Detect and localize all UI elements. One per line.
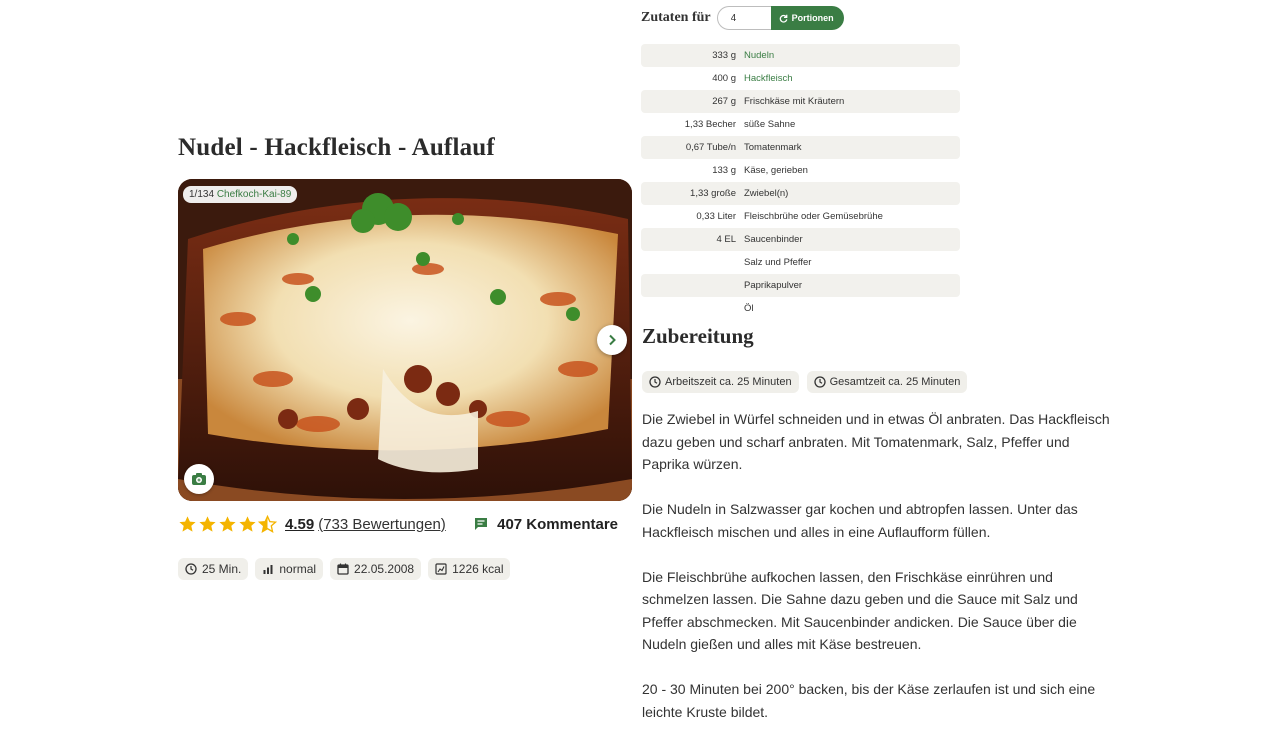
preparation-step: 20 - 30 Minuten bei 200° backen, bis der… [642,681,1096,720]
servings-input[interactable] [716,6,771,30]
ingredient-row: 0,33 Liter Fleischbrühe oder Gemüsebrühe [641,205,960,228]
servings-label: Zutaten für [641,10,711,25]
ingredient-name: Käse, gerieben [744,165,808,176]
servings-button-label: Portionen [791,13,834,23]
ingredient-row: 400 g Hackfleisch [641,67,960,90]
ingredient-name: Öl [744,303,754,314]
recipe-photo[interactable] [178,179,632,501]
ingredients-table: 333 g Nudeln 400 g Hackfleisch 267 g Frischkä… [641,44,960,320]
meta-difficulty: normal [255,558,324,580]
clock-icon [813,376,826,388]
preparation-step: Die Fleischbrühe aufkochen lassen, den F… [642,568,1078,653]
recipe-meta: 25 Min. normal 22.05.2008 1226 kcal [178,558,511,580]
preparation-step: Die Zwiebel in Würfel schneiden und in e… [642,411,1110,472]
ingredient-amount: 0,33 Liter [696,211,736,222]
recipe-title: Nudel - Hackfleisch - Auflauf [178,134,495,161]
meta-difficulty-value: normal [279,562,317,576]
star-half-icon [258,514,277,533]
total-time: Gesamtzeit ca. 25 Minuten [806,371,968,393]
rating-stars[interactable] [178,514,277,534]
ingredient-amount: 267 g [712,96,736,107]
meta-time-value: 25 Min. [202,562,242,576]
ingredient-name: Paprikapulver [744,280,803,291]
ingredient-row: 333 g Nudeln [641,44,960,67]
work-time-value: Arbeitszeit ca. 25 Minuten [665,376,792,388]
calendar-icon [337,563,349,575]
bar-chart-icon [263,565,273,574]
preparation-times: Arbeitszeit ca. 25 Minuten Gesamtzeit ca… [642,371,968,393]
meta-calories-value: 1226 kcal [452,562,504,576]
ingredient-name: süße Sahne [744,119,796,130]
total-time-value: Gesamtzeit ca. 25 Minuten [829,376,961,388]
clock-icon [649,376,661,388]
ingredient-row: 0,67 Tube/n Tomatenmark [641,136,960,159]
preparation-step: Die Nudeln in Salzwasser gar kochen und … [642,501,1078,540]
camera-add-icon [192,473,206,485]
comment-icon [475,518,488,530]
photo-counter-index: 1/134 [189,189,215,200]
rating-count-link[interactable]: (733 Bewertungen) [318,516,446,533]
calories-icon [435,563,447,575]
photo-counter: 1/134 Chefkoch-Kai-89 [183,186,298,203]
ingredient-name: Fleischbrühe oder Gemüsebrühe [744,211,883,222]
ingredient-row: 1,33 große Zwiebel(n) [641,182,960,205]
comments-count: 407 Kommentare [497,515,618,533]
ingredient-link[interactable]: Nudeln [744,50,960,61]
ingredient-row: 1,33 Becher süße Sahne [641,113,960,136]
preparation-title: Zubereitung [642,324,754,348]
chevron-right-icon [609,334,616,346]
rating-value[interactable]: 4.59 [285,516,314,533]
ingredient-row: Paprikapulver [641,274,960,297]
add-photo-button[interactable] [184,464,214,494]
servings-button[interactable]: Portionen [770,6,844,30]
meta-calories[interactable]: 1226 kcal [428,558,511,580]
star-icon [179,515,196,532]
ingredient-amount: 4 EL [716,234,736,245]
ingredient-row: Öl [641,297,960,320]
meta-time: 25 Min. [178,558,249,580]
servings-group: Portionen [716,6,844,30]
clock-icon [185,563,197,575]
ingredient-name: Tomatenmark [744,142,802,153]
ingredient-link[interactable]: Hackfleisch [744,73,960,84]
servings-control: Zutaten für Portionen [641,6,844,30]
ingredient-row: 4 EL Saucenbinder [641,228,960,251]
ingredient-amount: 400 g [712,73,736,84]
rating-row: 4.59 (733 Bewertungen) 407 Kommentare [178,512,632,536]
ingredient-row: 267 g Frischkäse mit Kräutern [641,90,960,113]
work-time: Arbeitszeit ca. 25 Minuten [642,371,799,393]
preparation-steps: Die Zwiebel in Würfel schneiden und in e… [642,408,1112,746]
ingredient-row: Salz und Pfeffer [641,251,960,274]
ingredient-amount: 1,33 Becher [684,119,736,130]
ingredient-name: Zwiebel(n) [744,188,789,199]
meta-date: 22.05.2008 [330,558,422,580]
ingredient-name: Salz und Pfeffer [744,257,812,268]
star-icon [239,515,256,532]
ingredient-row: 133 g Käse, gerieben [641,159,960,182]
refresh-icon [779,14,787,23]
ingredient-amount: 0,67 Tube/n [685,142,736,153]
ingredient-amount: 1,33 große [690,188,736,199]
meta-date-value: 22.05.2008 [354,562,415,576]
star-icon [199,515,216,532]
comments-link[interactable]: 407 Kommentare [473,516,618,533]
ingredient-name: Frischkäse mit Kräutern [744,96,845,107]
ingredient-name: Saucenbinder [744,234,803,245]
ingredient-amount: 133 g [712,165,736,176]
photo-author-link[interactable]: Chefkoch-Kai-89 [217,189,291,200]
star-icon [219,515,236,532]
recipe-photo-image [178,179,632,501]
next-photo-button[interactable] [597,325,627,355]
ingredient-amount: 333 g [712,50,736,61]
